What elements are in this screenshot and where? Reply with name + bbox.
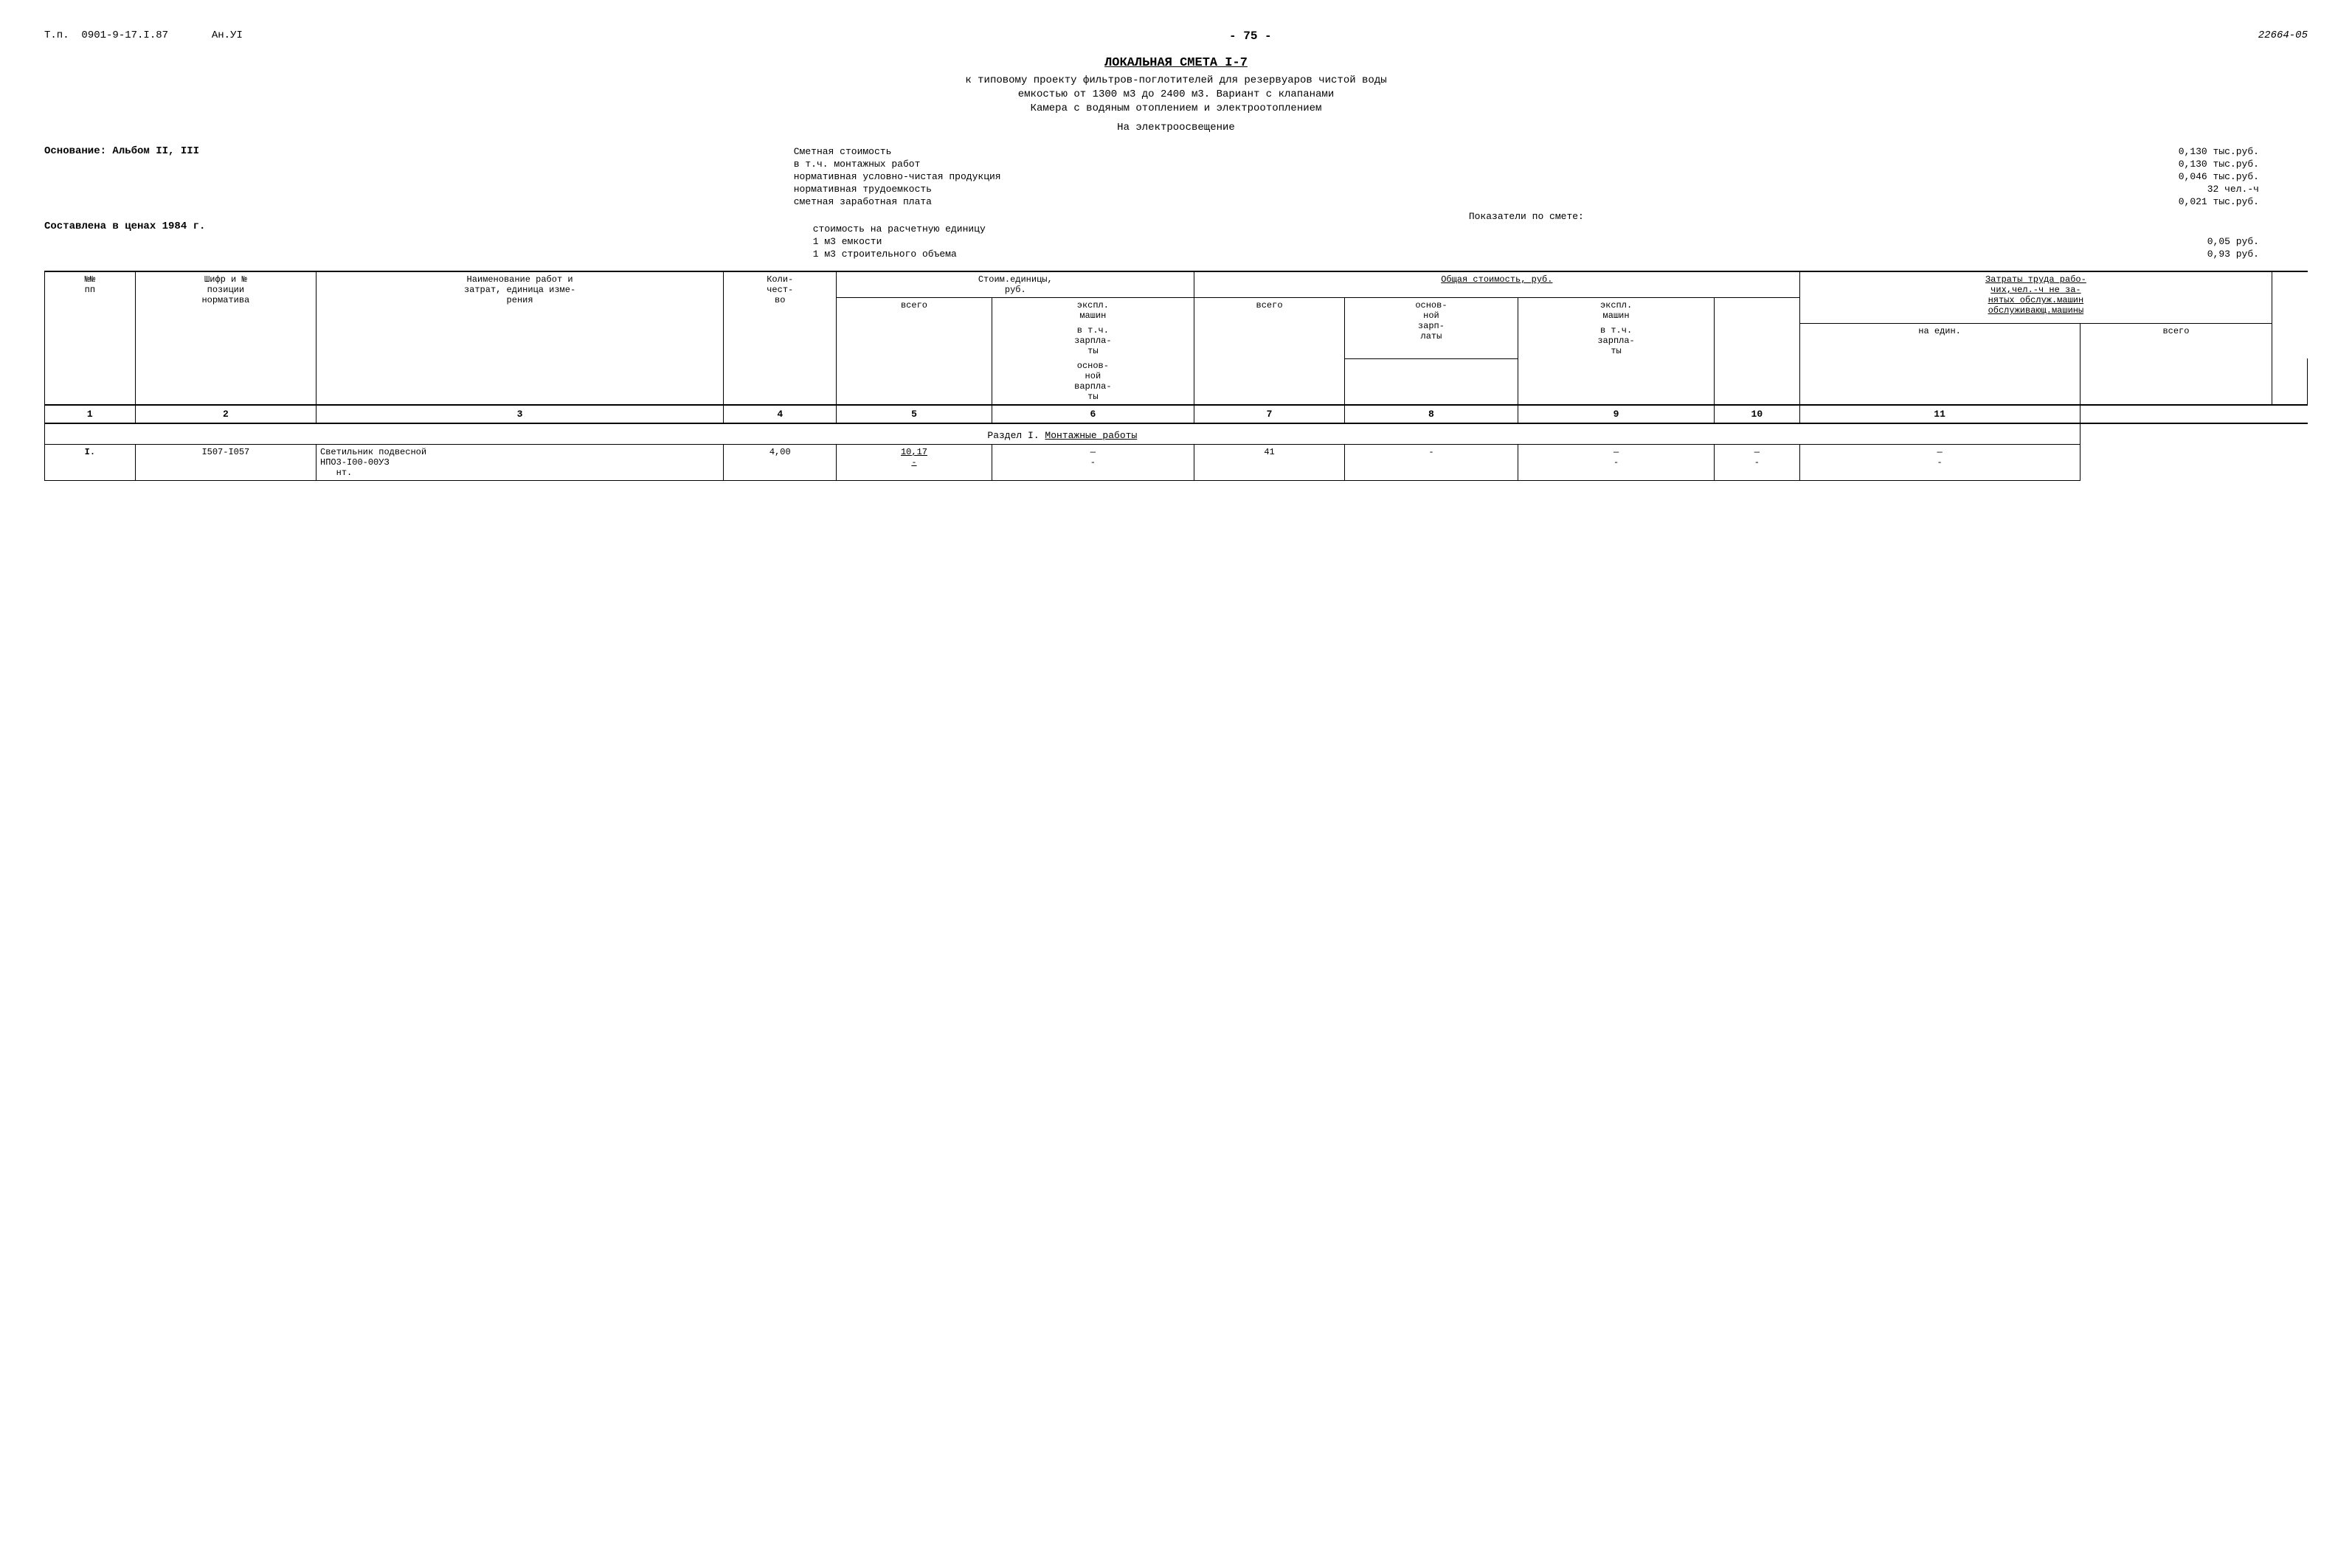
th-unit-mach-top: экспл.машин [992,298,1194,324]
info-row-unit1: 1 м3 емкости 0,05 руб. [791,235,2262,248]
section-row-1: Раздел I. Монтажные работы [45,423,2308,445]
table-row: I. I507-I057 Светильник подвеснойНПО3-I0… [45,445,2308,481]
row1-total-all: 41 [1194,445,1345,481]
montage-label: в т.ч. монтажных работ [791,158,1838,170]
salary-label: сметная заработная плата [791,195,1838,208]
th-empty9 [1715,298,1799,406]
th-labor-total: всего [2080,323,2272,405]
info-row-labor: нормативная трудоемкость 32 чел.-ч [791,183,2262,195]
salary-value: 0,021 тыс.руб. [1837,195,2262,208]
th-name: Наименование работ изатрат, единица изме… [317,271,724,405]
th-unit-base: основ-нойварпла-ты [992,358,1194,405]
basis-label: Основание: Альбом II, III [44,145,769,157]
cost-label: Сметная стоимость [791,145,1838,158]
colnum-1: 1 [45,405,136,423]
unit-cost-label: стоимость на расчетную единицу [791,223,2262,235]
colnum-10: 10 [1715,405,1799,423]
title-sub3: Камера с водяным отоплением и электроото… [44,103,2308,114]
colnum-9: 9 [1518,405,1714,423]
colnum-8: 8 [1344,405,1518,423]
row1-unit-total: 10,17- [837,445,992,481]
th-labor: Затраты труда рабо-чих,чел.-ч не за-няты… [1799,271,2272,323]
section1-label: Раздел I. Монтажные работы [987,430,1137,441]
row1-labor-unit: —- [1715,445,1799,481]
title-sub2: емкостью от 1300 м3 до 2400 м3. Вариант … [44,89,2308,100]
colnum-3: 3 [317,405,724,423]
th-unit-mach-bot: в т.ч.зарпла-ты [992,323,1194,358]
th-total-all: всего [1194,298,1345,406]
row1-total-base: - [1344,445,1518,481]
header-tp-label: Т.п. [44,30,69,41]
th-total-mach-bot2 [1518,358,1714,405]
info-row-montage: в т.ч. монтажных работ 0,130 тыс.руб. [791,158,2262,170]
row1-num: I. [45,445,136,481]
row1-labor-total: —- [1799,445,2080,481]
info-left: Основание: Альбом II, III Составлена в ц… [44,145,769,260]
unit2-value: 0,93 руб. [1837,248,2262,260]
th-code: Шифр и №позициинорматива [135,271,316,405]
colnum-11: 11 [1799,405,2080,423]
colnum-6: 6 [992,405,1194,423]
info-row-indicators-title: Показатели по смете: [791,208,2262,223]
colnum-4: 4 [724,405,837,423]
info-right: Сметная стоимость 0,130 тыс.руб. в т.ч. … [791,145,2262,260]
table-header-row1: №№пп Шифр и №позициинорматива Наименован… [45,271,2308,298]
th-qty: Коли-чест-во [724,271,837,405]
composed-label: Составлена в ценах 1984 г. [44,221,769,232]
th-total-base2 [1344,358,1518,405]
subtitle-electro: На электроосвещение [44,122,2308,133]
row1-total-mach: —- [1518,445,1714,481]
indicators-title: Показатели по смете: [791,208,2262,223]
unit1-label: 1 м3 емкости [791,235,1838,248]
unit2-label: 1 м3 строительного объема [791,248,1838,260]
header-code: 0901-9-17.I.87 [81,30,168,41]
title-sub1: к типовому проекту фильтров-поглотителей… [44,74,2308,86]
th-labor-unit: на един. [1799,323,2080,405]
labor-value: 32 чел.-ч [1837,183,2262,195]
colnum-5: 5 [837,405,992,423]
th-total-mach-bot: в т.ч.зарпла-ты [1518,323,1714,358]
th-unit-all: всего [837,298,992,406]
row1-unit-mach: —- [992,445,1194,481]
normative-value: 0,046 тыс.руб. [1837,170,2262,183]
th-num: №№пп [45,271,136,405]
row1-qty: 4,00 [724,445,837,481]
th-total-base: основ-нойзарп-латы [1344,298,1518,359]
montage-value: 0,130 тыс.руб. [1837,158,2262,170]
th-unit-cost: Стоим.единицы,руб. [837,271,1194,298]
header-page: - 75 - [1229,30,1272,43]
info-section: Основание: Альбом II, III Составлена в ц… [44,145,2308,260]
th-total-cost: Общая стоимость, руб. [1194,271,1799,298]
info-row-cost: Сметная стоимость 0,130 тыс.руб. [791,145,2262,158]
th-empty8 [2272,358,2308,405]
colnum-7: 7 [1194,405,1345,423]
header-section: Ан.УI [212,30,243,41]
info-row-salary: сметная заработная плата 0,021 тыс.руб. [791,195,2262,208]
info-right-table: Сметная стоимость 0,130 тыс.руб. в т.ч. … [791,145,2262,260]
unit1-value: 0,05 руб. [1837,235,2262,248]
labor-label: нормативная трудоемкость [791,183,1838,195]
header-left: Т.п. 0901-9-17.I.87 Ан.УI [44,30,243,41]
title-main: ЛОКАЛЬНАЯ СМЕТА I-7 [44,56,2308,70]
info-row-normative: нормативная условно-чистая продукция 0,0… [791,170,2262,183]
normative-label: нормативная условно-чистая продукция [791,170,1838,183]
info-row-unit2: 1 м3 строительного объема 0,93 руб. [791,248,2262,260]
info-row-unit-cost-label: стоимость на расчетную единицу [791,223,2262,235]
column-numbers-row: 1 2 3 4 5 6 7 8 9 10 11 [45,405,2308,423]
page-header: Т.п. 0901-9-17.I.87 Ан.УI - 75 - 22664-0… [44,30,2308,43]
colnum-2: 2 [135,405,316,423]
header-right-code: 22664-05 [2258,30,2308,41]
cost-value: 0,130 тыс.руб. [1837,145,2262,158]
th-total-mach-top: экспл.машин [1518,298,1714,324]
main-table: №№пп Шифр и №позициинорматива Наименован… [44,271,2308,481]
row1-name: Светильник подвеснойНПО3-I00-00УЗ нт. [317,445,724,481]
row1-code: I507-I057 [135,445,316,481]
title-section: ЛОКАЛЬНАЯ СМЕТА I-7 к типовому проекту ф… [44,56,2308,114]
